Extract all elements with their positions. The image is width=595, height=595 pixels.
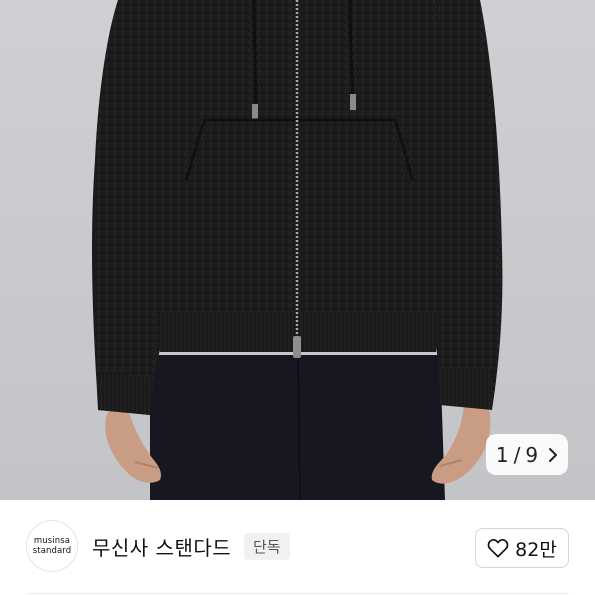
brand-name[interactable]: 무신사 스탠다드: [92, 532, 231, 561]
product-photo: [0, 0, 595, 500]
exclusive-badge: 단독: [244, 533, 290, 560]
chevron-right-icon[interactable]: [548, 447, 558, 463]
product-image[interactable]: 1 / 9: [0, 0, 595, 500]
brand-logo-line2: standard: [32, 546, 72, 556]
heart-outline-icon: [487, 538, 509, 558]
divider: [26, 593, 569, 594]
brand-logo-line1: musinsa: [33, 536, 71, 546]
like-count: 82만: [515, 538, 557, 561]
image-counter-separator: /: [513, 442, 521, 467]
brand-logo[interactable]: musinsa standard: [26, 520, 78, 572]
image-counter[interactable]: 1 / 9: [486, 434, 568, 475]
like-button[interactable]: 82만: [475, 528, 569, 568]
image-counter-total: 9: [525, 442, 539, 467]
brand-bar: musinsa standard 무신사 스탠다드 단독 82만: [0, 500, 595, 595]
image-counter-current: 1: [495, 442, 509, 467]
